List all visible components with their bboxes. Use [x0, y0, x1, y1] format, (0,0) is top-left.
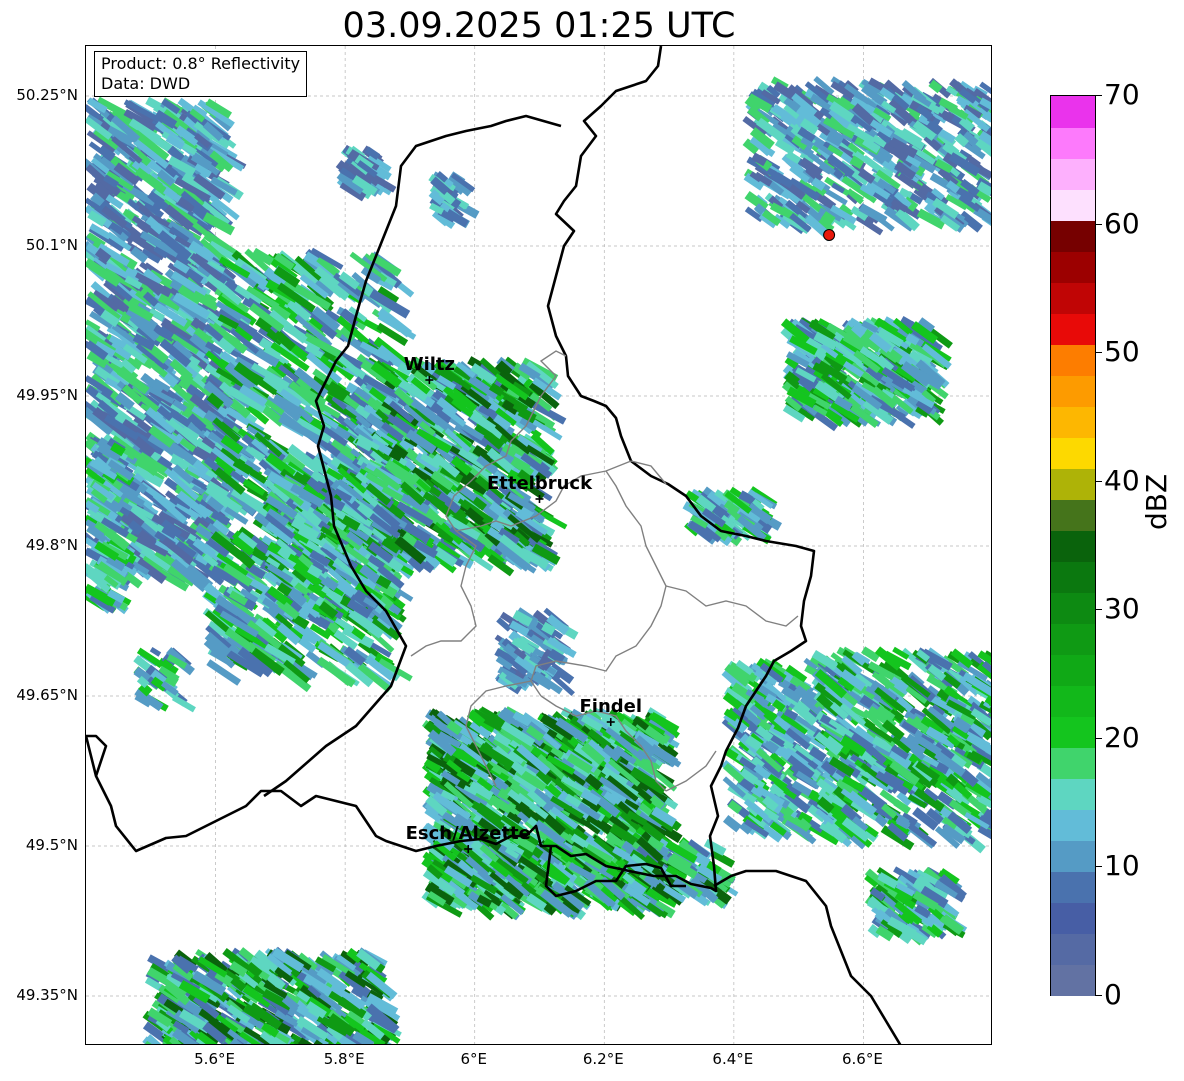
map-title: 03.09.2025 01:25 UTC: [342, 6, 736, 46]
radar-map[interactable]: Wiltz Ettelbruck Findel Esch/Alzette: [85, 45, 992, 1045]
precipitation-layer: [86, 76, 991, 1044]
map-canvas: WiltzEttelbruckFindelEsch/Alzette: [86, 46, 991, 1044]
